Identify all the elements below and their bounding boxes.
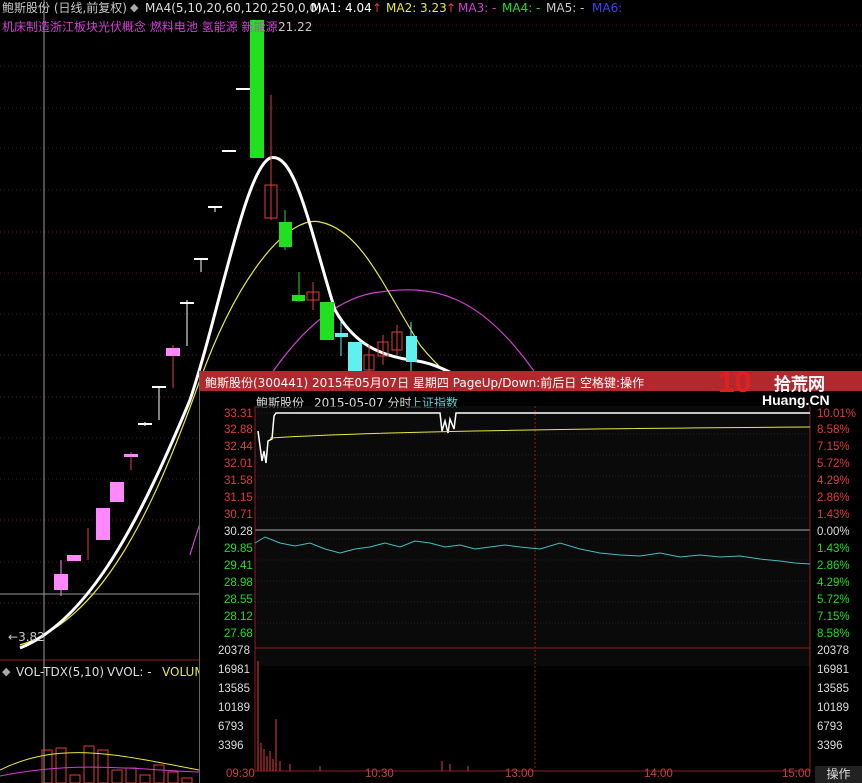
low-price-label: ←3.82 [8,630,45,644]
price-label: 31.15 [224,492,253,504]
logo-number: 10 [718,366,752,399]
price-label: 30.28 [224,526,253,538]
pct-label: 2.86% [817,492,850,504]
vol-dropdown-icon[interactable]: ◆ [2,665,10,678]
intraday-chart [254,406,811,772]
vol-axis-label: 16981 [817,664,849,676]
pct-label: 1.43% [817,509,850,521]
intraday-popup[interactable]: 鲍斯股份(300441) 2015年05月07日 星期四 PageUp/Down… [199,371,862,783]
candle [335,333,348,337]
ma2-value: MA2: 3.23 [386,1,447,15]
pct-label: 4.29% [817,475,850,487]
vvol-label: VVOL: - [107,665,152,679]
logo-url: Huang.CN [762,392,830,408]
pct-label: 5.72% [817,594,850,606]
pct-label: 0.00% [817,526,850,538]
candle [236,88,250,90]
price-label: 28.55 [224,594,253,606]
time-label: 15:00 [782,768,811,780]
price-label: 32.44 [224,441,253,453]
vol-axis-label: 20378 [817,645,849,657]
vol-axis-label: 3396 [218,740,244,752]
operate-button[interactable]: 操作 [815,766,862,783]
time-label: 13:00 [505,768,534,780]
candle [152,386,166,388]
ma-dropdown-icon[interactable]: ◆ [130,1,138,14]
price-label: 29.85 [224,543,253,555]
pct-label: 7.15% [817,611,850,623]
vol-axis-label: 20378 [218,645,250,657]
candle [67,555,81,561]
ma3-value: MA3: - [458,1,497,15]
vol-axis-label: 3396 [817,740,843,752]
time-label: 10:30 [365,768,394,780]
price-label: 28.98 [224,577,253,589]
price-label: 27.68 [224,628,253,640]
vol-axis-label: 13585 [817,683,849,695]
candle [250,20,264,158]
pct-label: 8.58% [817,424,850,436]
vol-axis-label: 16981 [218,664,250,676]
price-label: 33.31 [224,408,253,420]
ma6-value: MA6: [592,1,623,15]
candle [406,336,417,362]
ma2-arrow-icon: ↑ [446,1,457,15]
high-price-label: 21.22 [278,20,313,34]
ma4-value: MA4: - [502,1,541,15]
ma5-value: MA5: - [546,1,585,15]
time-label: 14:00 [644,768,673,780]
pct-label: 2.86% [817,560,850,572]
pct-label: 10.01% [817,408,857,420]
pct-label: 8.58% [817,628,850,640]
candle [320,302,334,340]
concept-tags: 机床制造浙江板块光伏概念 燃料电池 氢能源 新能源 [2,20,278,34]
price-label: 28.12 [224,611,253,623]
candle [110,482,124,502]
vol-label: VOL-TDX(5,10) [16,665,105,679]
price-label: 32.01 [224,458,253,470]
ma-label: MA4(5,10,20,60,120,250,0,0) [145,1,322,15]
vol-axis-label: 10189 [817,702,849,714]
time-label: 09:30 [226,768,255,780]
price-label: 30.71 [224,509,253,521]
candle [166,348,180,356]
vol-axis-label: 6793 [817,721,843,733]
candle [124,454,138,457]
candle [292,295,305,301]
pct-label: 5.72% [817,458,850,470]
ma1-value: MA1: 4.04 [311,1,372,15]
pct-label: 1.43% [817,543,850,555]
stock-title: 鲍斯股份 (日线,前复权) [2,1,127,15]
candle [222,150,236,152]
candle [96,508,110,540]
price-label: 29.41 [224,560,253,572]
vol-axis-label: 10189 [218,702,250,714]
candle [348,342,362,372]
pct-label: 4.29% [817,577,850,589]
candle [138,423,152,425]
intraday-volume [257,661,469,771]
ma1-arrow-icon: ↑ [372,1,383,15]
pct-label: 7.15% [817,441,850,453]
vol-axis-label: 13585 [218,683,250,695]
vol-axis-label: 6793 [218,721,244,733]
candle [279,222,292,247]
price-label: 31.58 [224,475,253,487]
price-label: 32.88 [224,424,253,436]
